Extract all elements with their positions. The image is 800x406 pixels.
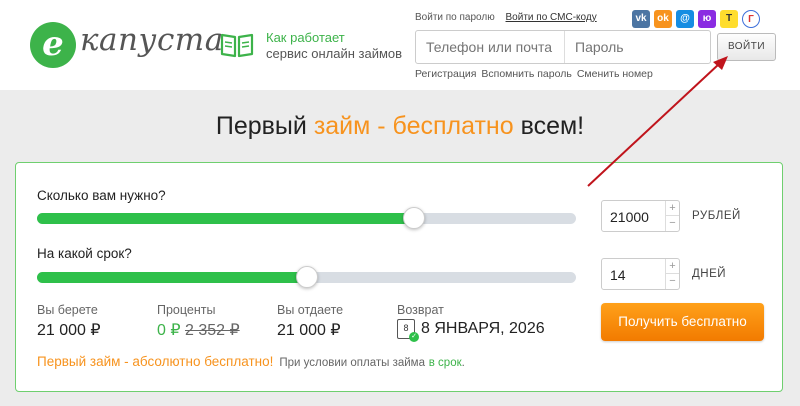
amount-decrease-button[interactable]: − <box>665 216 679 231</box>
term-field[interactable]: 14 + − <box>601 258 680 290</box>
amount-question: Сколько вам нужно? <box>37 188 166 203</box>
social-login-icons: vk ok @ ю T Г <box>632 10 760 28</box>
amount-field[interactable]: 21000 + − <box>601 200 680 232</box>
return-date-value: 8 ЯНВАРЯ, 2026 <box>421 320 545 337</box>
how-it-works-line2: сервис онлайн займов <box>266 46 403 61</box>
logo-mark: е <box>30 22 76 68</box>
site-header: е капуста Как работает сервис онлайн зай… <box>0 0 800 90</box>
password-input[interactable] <box>565 31 710 63</box>
term-unit: ДНЕЙ <box>692 268 727 280</box>
amount-value[interactable]: 21000 <box>610 209 649 225</box>
logo-wordmark: капуста <box>80 22 224 58</box>
you-return-summary: Вы отдаете 21 000 ₽ <box>277 303 343 340</box>
calendar-icon: 8 ✓ <box>397 319 419 342</box>
register-link[interactable]: Регистрация <box>415 68 476 80</box>
login-links: Регистрация Вспомнить пароль Сменить ном… <box>415 68 653 80</box>
get-free-loan-button[interactable]: Получить бесплатно <box>601 303 764 341</box>
loan-calculator: Сколько вам нужно? 21000 + − РУБЛЕЙ На к… <box>15 162 783 392</box>
amount-slider-fill <box>37 213 415 224</box>
you-take-value: 21 000 ₽ <box>37 322 101 339</box>
book-icon <box>220 33 254 58</box>
term-slider-fill <box>37 272 307 283</box>
login-button[interactable]: ВОЙТИ <box>717 33 776 61</box>
page-headline: Первый займ - бесплатно всем! <box>0 112 800 141</box>
tab-login-sms[interactable]: Войти по СМС-коду <box>506 12 597 23</box>
return-date-summary: Возврат 8 ✓ 8 ЯНВАРЯ, 2026 <box>397 303 545 342</box>
amount-slider-handle[interactable] <box>403 207 426 229</box>
term-increase-button[interactable]: + <box>665 259 679 274</box>
remind-password-link[interactable]: Вспомнить пароль <box>481 68 571 80</box>
interest-label: Проценты <box>157 303 216 317</box>
how-it-works-line1: Как работает <box>266 30 345 45</box>
tinkoff-icon[interactable]: T <box>720 10 738 28</box>
login-mode-tabs: Войти по паролю Войти по СМС-коду <box>415 12 605 23</box>
odnoklassniki-icon[interactable]: ok <box>654 10 672 28</box>
login-form <box>415 30 711 64</box>
promo-end: . <box>461 357 465 369</box>
phone-or-email-input[interactable] <box>416 31 565 63</box>
return-label: Возврат <box>397 303 444 317</box>
term-slider-handle[interactable] <box>295 266 318 288</box>
term-question: На какой срок? <box>37 246 132 261</box>
amount-slider[interactable] <box>37 207 576 229</box>
calendar-day: 8 <box>403 323 409 333</box>
ekapusta-logo[interactable]: е капуста <box>30 16 223 72</box>
vk-icon[interactable]: vk <box>632 10 650 28</box>
term-decrease-button[interactable]: − <box>665 274 679 289</box>
interest-new-value: 0 ₽ <box>157 322 181 339</box>
you-take-label: Вы берете <box>37 303 98 317</box>
term-value[interactable]: 14 <box>610 267 626 283</box>
promo-note: При условии оплаты займа <box>279 357 425 369</box>
mail-icon[interactable]: @ <box>676 10 694 28</box>
interest-old-value: 2 352 ₽ <box>184 322 240 339</box>
you-return-value: 21 000 ₽ <box>277 322 341 339</box>
headline-part2: всем! <box>513 112 585 140</box>
interest-summary: Проценты 0 ₽ 2 352 ₽ <box>157 303 240 340</box>
term-slider[interactable] <box>37 266 576 288</box>
promo-main-text: Первый займ - абсолютно бесплатно! <box>37 354 274 369</box>
amount-unit: РУБЛЕЙ <box>692 210 741 222</box>
headline-highlight: займ - бесплатно <box>313 112 514 140</box>
yoomoney-icon[interactable]: ю <box>698 10 716 28</box>
promo-line: Первый займ - абсолютно бесплатно! При ус… <box>37 354 465 369</box>
change-number-link[interactable]: Сменить номер <box>577 68 653 80</box>
you-return-label: Вы отдаете <box>277 303 344 317</box>
you-take-summary: Вы берете 21 000 ₽ <box>37 303 101 340</box>
on-time-link[interactable]: в срок <box>429 357 462 369</box>
amount-increase-button[interactable]: + <box>665 201 679 216</box>
tab-login-password[interactable]: Войти по паролю <box>415 12 495 23</box>
gosuslugi-icon[interactable]: Г <box>742 10 760 28</box>
headline-part1: Первый <box>215 112 314 140</box>
check-icon: ✓ <box>409 332 419 342</box>
